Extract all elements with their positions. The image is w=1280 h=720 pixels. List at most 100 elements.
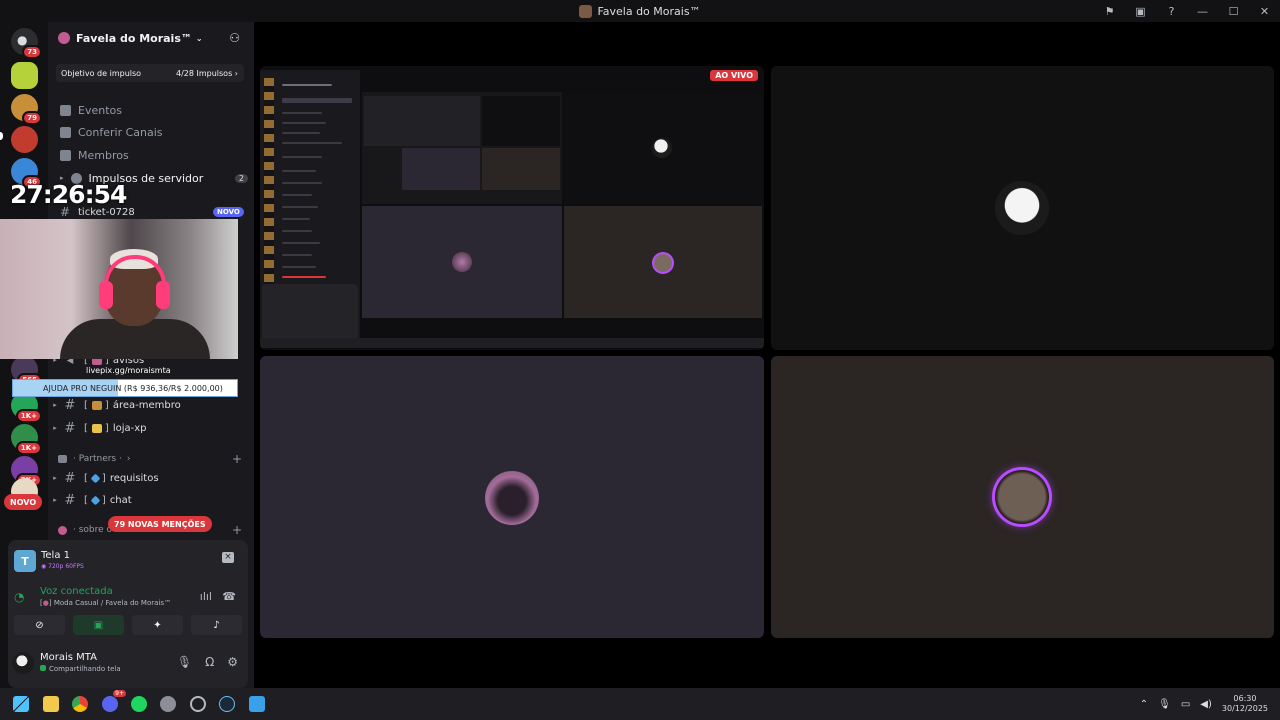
maximize-button[interactable]: ☐ [1218,0,1249,22]
discord-home-button[interactable]: ● 73 [11,28,42,59]
user-status: Compartilhando tela [40,665,121,673]
category-name: · Partners · [73,454,122,464]
disconnect-icon[interactable]: ☎ [222,590,236,603]
voice-status[interactable]: Voz conectada [40,586,113,597]
channel-area-membro[interactable]: ▸ # [ ] área-membro [48,395,254,415]
channel-name: área-membro [112,399,181,411]
channel-loja-xp[interactable]: ▸ # [ ] loja-xp [48,418,254,438]
notepad-icon[interactable] [249,696,265,712]
channel-emoji-icon [90,495,101,505]
noise-suppression-icon[interactable]: ılıl [200,590,212,603]
server-icon-3[interactable] [11,126,38,153]
invite-people-icon[interactable]: ⚇ [229,31,240,45]
inbox-icon[interactable]: ▣ [1125,0,1156,22]
channel-name: requisitos [109,472,159,484]
flag-icon[interactable]: ⚑ [1094,0,1125,22]
nested-tile [564,92,762,204]
chevron-right-icon: ▸ [53,424,57,432]
stop-stream-icon[interactable]: × [222,552,234,563]
category-icon [58,455,67,463]
headphones-icon[interactable]: Ω [205,655,214,669]
menu-browse-channels[interactable]: Conferir Canais [60,123,163,141]
channel-emoji-icon: ● [42,599,49,607]
camera-off-icon: ⊘ [35,619,44,631]
participant-tile[interactable] [771,66,1274,350]
headphone-left [99,281,113,309]
boost-goal-bar[interactable]: Objetivo de impulso 4/28 Impulsos › [56,64,244,82]
obs-icon[interactable] [190,696,206,712]
nested-sidebar [260,70,360,342]
notification-badge: 79 [22,111,42,125]
microphone-icon[interactable]: 🎙︎ [177,655,192,669]
menu-events[interactable]: Eventos [60,101,122,119]
nested-taskbar [260,338,764,348]
notification-badge: 1K+ [15,409,42,423]
server-icon-7[interactable]: 1K+ [11,424,42,455]
participant-tile[interactable] [260,356,764,638]
channel-requisitos[interactable]: ▸ # [ ] requisitos [48,468,254,488]
network-icon[interactable]: ▭ [1181,699,1190,710]
chevron-up-icon[interactable]: ⌃ [1140,699,1148,710]
chevron-down-icon: ⌄ [195,33,203,43]
chevron-right-icon: ▸ [53,401,57,409]
server-icon-1[interactable] [11,62,38,89]
user-name[interactable]: Morais MTA [40,652,97,663]
avatar[interactable] [12,652,34,674]
settings-gear-icon[interactable]: ⚙ [227,655,238,669]
chevron-right-icon: › [126,454,131,464]
channel-emoji-icon [90,473,101,483]
chevron-right-icon: ▸ [53,496,57,504]
avatar [995,470,1049,524]
hash-icon: # [64,397,76,413]
screen-share-status: T Tela 1 ◉ 720p 60FPS × [14,550,242,576]
add-channel-icon[interactable]: + [232,452,242,466]
menu-members[interactable]: Membros [60,146,129,164]
unread-mentions-pill[interactable]: 79 NOVAS MENÇÕES [108,516,212,532]
microphone-icon[interactable]: 🎙︎ [1158,699,1171,710]
participant-tile[interactable] [771,356,1274,638]
menu-browse-channels-label: Conferir Canais [78,125,163,139]
status-icon [40,665,46,671]
voice-actions: ⊘ ▣ ✦ ♪ [14,615,242,635]
livepix-link: livepix.gg/moraismta [86,366,171,375]
screen-share-tile[interactable]: AO VIVO [260,66,764,350]
user-status-text: Compartilhando tela [49,665,121,673]
signal-icon[interactable]: ◔ [14,590,24,604]
spotify-icon[interactable] [131,696,147,712]
close-button[interactable]: ✕ [1249,0,1280,22]
share-screen-button[interactable]: ▣ [73,615,124,635]
channel-emoji-icon [91,400,102,410]
new-badge[interactable]: NOVO [4,494,43,510]
windows-start-icon[interactable] [13,696,29,712]
notification-badge: 1K+ [15,441,42,455]
voice-channel[interactable]: [●] Moda Casual / Favela do Morais™ [40,599,171,607]
channel-chat[interactable]: ▸ # [ ] chat [48,490,254,510]
voice-channel-text: Moda Casual / Favela do Morais™ [53,599,172,607]
discord-icon[interactable]: 9+ [102,690,126,712]
server-header[interactable]: Favela do Morais™ ⌄ ⚇ [48,22,254,54]
clock[interactable]: 06:30 30/12/2025 [1222,694,1268,714]
camera-off-button[interactable]: ⊘ [14,615,65,635]
title-bar: Favela do Morais™ ⚑ ▣ ? — ☐ ✕ [0,0,1280,22]
activities-button[interactable]: ✦ [132,615,183,635]
chrome-icon[interactable] [72,696,88,712]
file-explorer-icon[interactable] [43,696,59,712]
server-icon-2[interactable]: 79 [11,94,42,125]
minimize-button[interactable]: — [1187,0,1218,22]
settings-gear-icon[interactable] [160,696,176,712]
voice-connection: ◔ Voz conectada [●] Moda Casual / Favela… [14,586,242,616]
user-info: Morais MTA Compartilhando tela 🎙︎ Ω ⚙ [12,650,244,682]
boost-goal-label: Objetivo de impulso [61,68,142,78]
channel-bracket: ] [104,399,109,411]
steam-icon[interactable] [219,696,235,712]
browse-channels-icon [60,126,71,138]
boost-progress-text: 4/28 Impulsos [175,68,233,78]
add-channel-icon[interactable]: + [232,523,242,537]
calendar-icon [60,104,71,116]
stream-quality-text: 720p 60FPS [48,563,84,570]
hash-icon: # [64,492,76,508]
category-partners[interactable]: · Partners · › + [58,451,248,467]
help-icon[interactable]: ? [1156,0,1187,22]
soundboard-button[interactable]: ♪ [191,615,242,635]
volume-icon[interactable]: ◀) [1200,699,1212,710]
